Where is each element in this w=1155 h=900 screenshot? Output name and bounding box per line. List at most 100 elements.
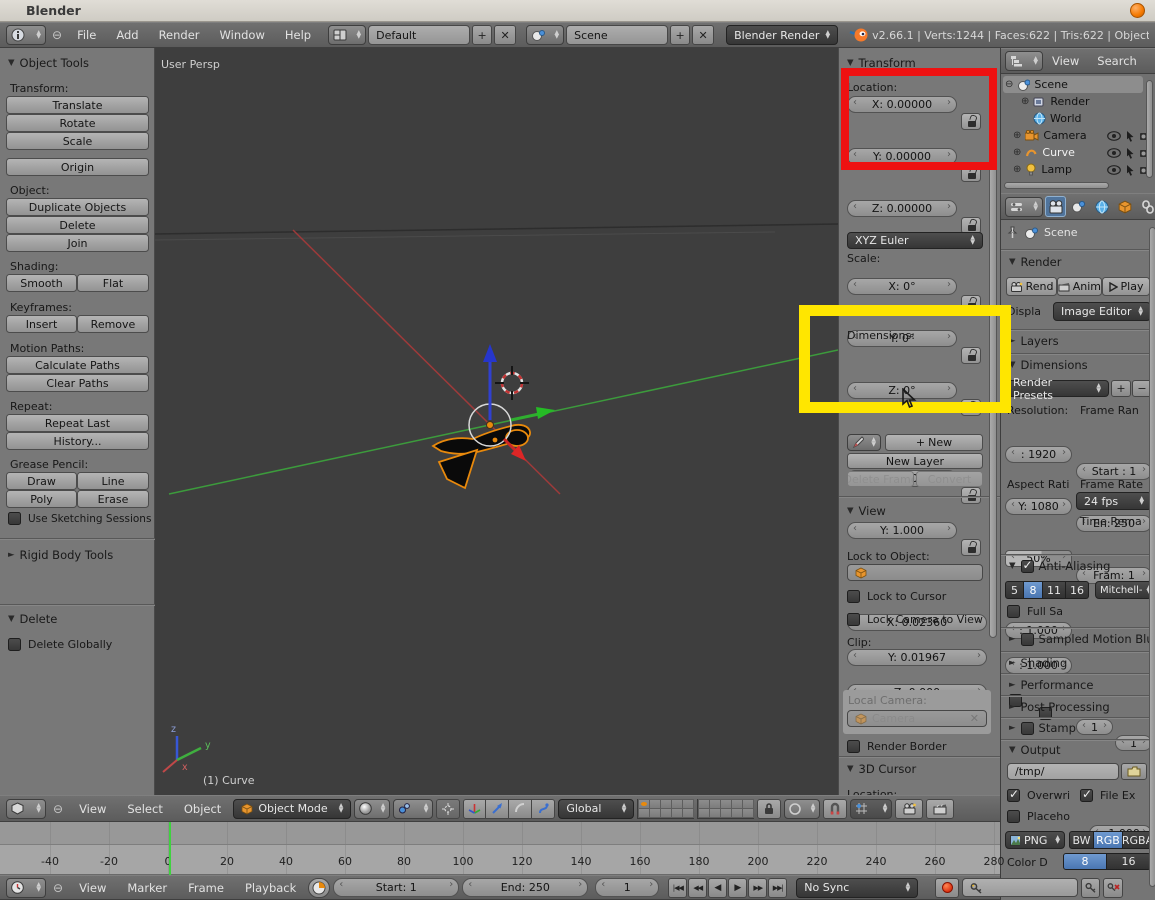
aa-samples-16[interactable]: 16 [1066,581,1089,599]
panel-layers[interactable]: Layers [1009,334,1059,348]
join-button[interactable]: Join [6,234,149,252]
menu-render[interactable]: Render [150,28,209,42]
panel-3d-cursor[interactable]: 3D Cursor [847,762,916,776]
editor-type-selector-outliner[interactable] [1005,51,1043,71]
gp-new-button[interactable]: +New [885,434,983,451]
aa-samples-11[interactable]: 11 [1043,581,1066,599]
timeline-track[interactable] [0,822,1000,845]
outliner-row-render[interactable]: ⊕ Render [1021,93,1151,110]
timeline-menu-marker[interactable]: Marker [118,881,176,895]
play-reverse-button[interactable]: ◀ [708,878,727,898]
flat-button[interactable]: Flat [77,274,149,292]
properties-scrollbar[interactable] [1149,227,1155,887]
panel-output[interactable]: Output [1009,743,1061,757]
gp-erase-button[interactable]: Erase [77,490,149,508]
gp-delete-frame-button[interactable]: Delete Frame [847,471,914,487]
panel-sampled-motion-blur[interactable]: Sampled Motion Blu [1009,632,1154,646]
scene-name-field[interactable]: Scene [566,25,668,45]
resolution-y-field[interactable]: Y: 1080 [1005,498,1072,515]
aa-samples-8[interactable]: 8 [1024,581,1043,599]
panel-rigid-body-tools[interactable]: Rigid Body Tools [8,548,113,562]
rotate-button[interactable]: Rotate [6,114,149,132]
delete-layout-button[interactable]: ✕ [494,25,516,45]
lock-to-scene-button[interactable] [757,799,781,819]
menu-add[interactable]: Add [107,28,147,42]
placeholders-checkbox[interactable] [1007,810,1020,823]
render-presets-selector[interactable]: Render Presets [1005,380,1109,397]
play-button[interactable]: ▶ [728,878,747,898]
view3d-menu-view[interactable]: View [70,802,115,816]
gp-convert-button[interactable]: Convert [916,471,983,487]
transform-orientation-selector[interactable]: Global [558,799,634,819]
frame-end-field[interactable]: End: 250 [462,878,588,897]
insert-keyframe-button[interactable] [1081,878,1100,898]
snap-toggle-button[interactable] [823,799,847,819]
browse-folder-button[interactable] [1121,763,1147,780]
gp-draw-button[interactable]: Draw [6,472,77,490]
overwrite-checkbox[interactable] [1007,789,1020,802]
dimension-y-field[interactable]: Y: 0.01967 [847,649,987,666]
mode-selector[interactable]: Object Mode [233,799,351,819]
local-camera-field[interactable]: Camera ✕ [847,710,987,727]
editor-type-selector-timeline[interactable] [6,878,46,898]
collapse-icon[interactable]: ⊖ [1005,79,1013,90]
color-mode-rgb[interactable]: RGB [1094,831,1123,849]
visibility-eye-icon[interactable] [1107,131,1121,141]
motion-blur-checkbox[interactable] [1021,633,1034,646]
timeline-ruler[interactable]: -40-200204060801001201401601802002202402… [0,845,1000,875]
lock-to-cursor-checkbox[interactable] [847,590,860,603]
gp-poly-button[interactable]: Poly [6,490,77,508]
color-depth-16[interactable]: 16 [1107,853,1151,870]
aa-filter-selector[interactable]: Mitchell- [1095,581,1152,599]
tab-object[interactable] [1114,196,1135,217]
outliner-row-world[interactable]: World [1033,110,1153,127]
delete-scene-button[interactable]: ✕ [692,25,714,45]
rotate-manipulator-button[interactable] [486,799,509,819]
calculate-paths-button[interactable]: Calculate Paths [6,356,149,374]
viewport-shading-selector[interactable] [354,799,390,819]
rotation-mode-selector[interactable]: XYZ Euler [847,232,983,249]
outliner-row-curve[interactable]: ⊕ Curve [1013,144,1153,161]
editor-type-selector-properties[interactable] [1005,197,1043,217]
panel-view[interactable]: View [847,504,886,518]
panel-dimensions[interactable]: Dimensions [1009,358,1088,372]
panel-shading[interactable]: Shading [1009,656,1067,670]
resolution-x-field[interactable]: : 1920 [1005,446,1072,463]
translate-manipulator-button[interactable] [463,799,486,819]
add-scene-button[interactable]: + [670,25,690,45]
gp-datablock-selector[interactable] [847,434,881,451]
opengl-render-button[interactable] [895,799,923,819]
editor-type-selector-3dview[interactable] [6,799,46,819]
render-engine-selector[interactable]: Blender Render [726,25,838,45]
current-frame-field[interactable]: 1 [595,878,659,897]
frame-start-field[interactable]: Start: 1 [333,878,459,897]
render-border-checkbox[interactable] [847,740,860,753]
lock-scale-y-icon[interactable] [961,539,981,556]
time-remap-old-field[interactable]: 1 [1076,719,1113,735]
full-sample-checkbox[interactable] [1007,605,1020,618]
tab-constraints[interactable] [1137,196,1155,217]
outliner-row-lamp[interactable]: ⊕ Lamp [1013,161,1153,178]
view3d-menu-object[interactable]: Object [175,802,230,816]
outliner-row-camera[interactable]: ⊕ Camera [1013,127,1153,144]
tab-world[interactable] [1091,196,1112,217]
timeline-menu-playback[interactable]: Playback [236,881,305,895]
clear-icon[interactable]: ✕ [970,712,979,725]
expand-icon[interactable]: ⊕ [1021,96,1029,107]
scale-button[interactable]: Scale [6,132,149,150]
view3d-menu-select[interactable]: Select [118,802,171,816]
outliner-row-scene[interactable]: ⊖ Scene [1003,76,1143,93]
menu-window[interactable]: Window [211,28,274,42]
file-format-selector[interactable]: PNG [1005,831,1065,849]
add-preset-button[interactable]: + [1111,380,1131,397]
manipulator-toggle-button[interactable] [436,799,460,819]
next-keyframe-button[interactable]: ▶▶ [748,878,767,898]
timeline-menu-view[interactable]: View [70,881,115,895]
origin-button[interactable]: Origin [6,158,149,176]
menu-help[interactable]: Help [276,28,320,42]
color-depth-8[interactable]: 8 [1063,853,1107,870]
menu-file[interactable]: File [68,28,105,42]
preview-range-button[interactable] [308,878,330,898]
frame-rate-selector[interactable]: 24 fps [1076,492,1152,510]
rotation-x-field[interactable]: X: 0° [847,278,957,295]
